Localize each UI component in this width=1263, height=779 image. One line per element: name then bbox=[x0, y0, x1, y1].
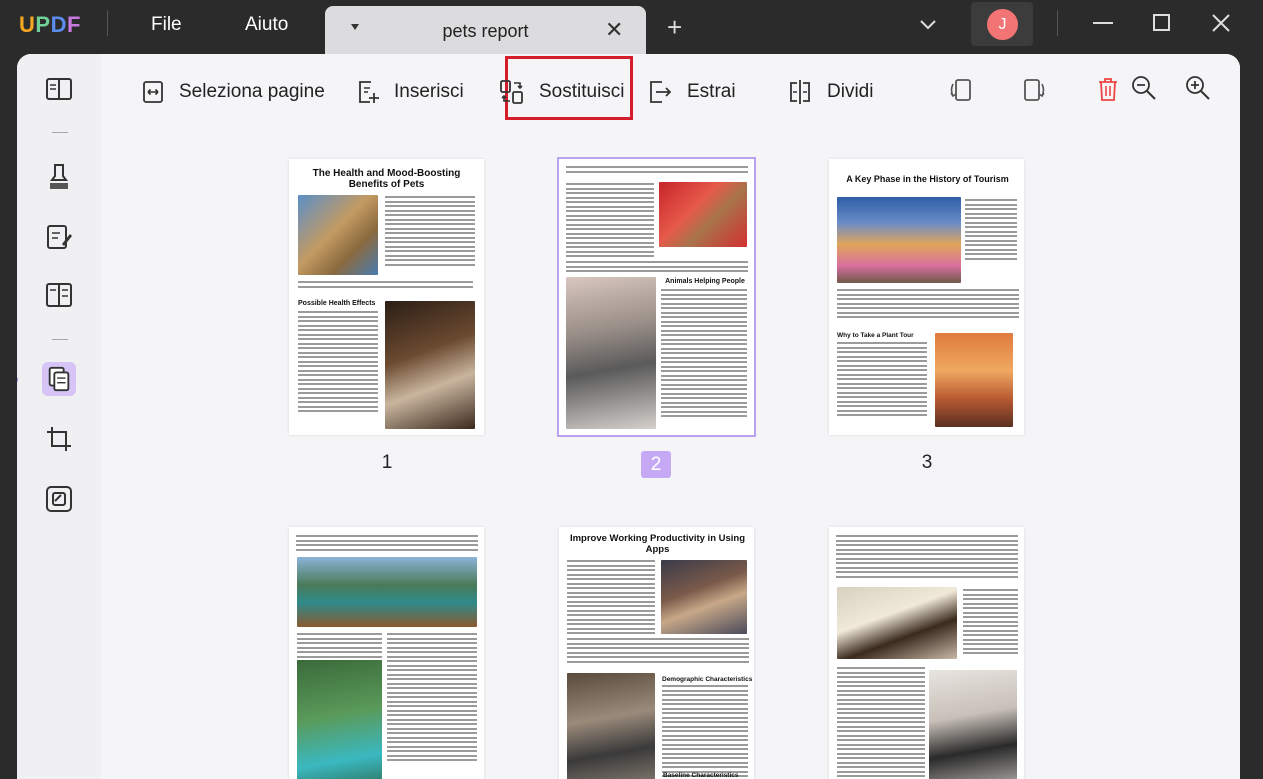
section-heading: Possible Health Effects bbox=[298, 300, 376, 307]
select-pages-label: Seleziona pagine bbox=[179, 81, 325, 102]
trash-icon[interactable] bbox=[1096, 76, 1120, 107]
dog-cat-photo bbox=[385, 301, 475, 429]
insert-page-icon bbox=[356, 80, 380, 104]
chevron-down-icon[interactable] bbox=[918, 14, 938, 39]
select-pages-icon bbox=[141, 80, 165, 104]
select-pages-button[interactable]: Seleziona pagine bbox=[141, 74, 325, 110]
text-block bbox=[296, 535, 478, 553]
page-thumbnail-5[interactable]: Improve Working Productivity in Using Ap… bbox=[559, 527, 754, 779]
reader-mode-icon[interactable] bbox=[42, 72, 76, 106]
tab-title: pets report bbox=[442, 21, 529, 41]
section-heading: Animals Helping People bbox=[665, 278, 745, 285]
tab-close-icon[interactable]: ✕ bbox=[605, 17, 623, 43]
text-block bbox=[566, 166, 748, 175]
page-title: The Health and Mood-Boosting Benefits of… bbox=[312, 168, 461, 190]
divider bbox=[1057, 10, 1058, 36]
section-heading: Baseline Characteristics bbox=[663, 772, 739, 779]
woman-writing-photo bbox=[929, 670, 1017, 779]
new-tab-icon[interactable]: + bbox=[667, 14, 682, 40]
text-block bbox=[387, 633, 477, 764]
page-thumbnail-4[interactable] bbox=[289, 527, 484, 779]
jungle-river-photo bbox=[297, 660, 382, 779]
cat-photo bbox=[566, 277, 656, 429]
maximize-icon[interactable] bbox=[1151, 12, 1173, 39]
zoom-out-icon[interactable] bbox=[1130, 74, 1158, 107]
page-number-3: 3 bbox=[921, 452, 933, 473]
text-block bbox=[837, 289, 1019, 321]
text-block bbox=[385, 196, 475, 268]
cat-photo bbox=[298, 195, 378, 275]
text-block bbox=[566, 261, 748, 275]
edit-pdf-icon[interactable] bbox=[42, 220, 76, 254]
page-thumbnail-2[interactable]: Animals Helping People bbox=[557, 157, 756, 437]
text-block bbox=[298, 281, 473, 290]
page-thumbnail-1[interactable]: The Health and Mood-Boosting Benefits of… bbox=[289, 159, 484, 435]
text-block bbox=[298, 311, 378, 415]
text-block bbox=[567, 560, 655, 637]
workers-photo bbox=[567, 673, 655, 779]
section-heading: Demographic Characteristics bbox=[662, 676, 753, 683]
app-logo: UPDF bbox=[19, 12, 81, 37]
text-block bbox=[837, 667, 925, 779]
section-heading: Why to Take a Plant Tour bbox=[837, 332, 914, 339]
left-sidebar bbox=[17, 54, 101, 779]
text-block bbox=[965, 199, 1017, 262]
zoom-in-icon[interactable] bbox=[1184, 74, 1212, 107]
woman-laptop-photo bbox=[837, 587, 957, 659]
text-block bbox=[662, 685, 748, 779]
page-thumbnail-3[interactable]: A Key Phase in the History of Tourism Wh… bbox=[829, 159, 1024, 435]
text-block bbox=[963, 589, 1018, 657]
pet-photo bbox=[659, 182, 747, 247]
page-number-1: 1 bbox=[381, 452, 393, 473]
comment-highlight-icon[interactable] bbox=[42, 160, 76, 194]
text-block bbox=[567, 638, 749, 665]
page-number-2[interactable]: 2 bbox=[641, 451, 671, 478]
form-icon[interactable] bbox=[42, 278, 76, 312]
title-bar: UPDF File Aiuto pets report ✕ + J bbox=[0, 0, 1263, 54]
split-icon bbox=[787, 79, 813, 105]
rotate-left-icon[interactable] bbox=[947, 76, 975, 109]
replace-icon bbox=[499, 79, 525, 105]
account-area[interactable]: J bbox=[971, 2, 1033, 46]
sidebar-indicator bbox=[17, 376, 18, 383]
rotate-right-icon[interactable] bbox=[1020, 76, 1048, 109]
replace-label: Sostituisci bbox=[539, 81, 625, 102]
text-block bbox=[837, 342, 927, 419]
divider bbox=[52, 132, 68, 133]
split-label: Dividi bbox=[827, 81, 874, 102]
close-window-icon[interactable] bbox=[1210, 12, 1232, 39]
text-block bbox=[661, 289, 747, 420]
menu-help[interactable]: Aiuto bbox=[245, 14, 288, 36]
replace-button[interactable]: Sostituisci bbox=[499, 74, 625, 110]
tools-icon[interactable] bbox=[42, 482, 76, 516]
split-button[interactable]: Dividi bbox=[787, 74, 873, 110]
office-photo bbox=[661, 560, 747, 634]
page-title: A Key Phase in the History of Tourism bbox=[846, 174, 1009, 184]
extract-icon bbox=[647, 79, 673, 105]
divider bbox=[107, 10, 108, 36]
organize-pages-icon[interactable] bbox=[42, 362, 76, 396]
insert-button[interactable]: Inserisci bbox=[356, 74, 464, 110]
page-title: Improve Working Productivity in Using Ap… bbox=[569, 533, 746, 555]
tourism-photo bbox=[837, 197, 961, 283]
crop-icon[interactable] bbox=[42, 422, 76, 456]
insert-label: Inserisci bbox=[394, 81, 464, 102]
text-block bbox=[566, 183, 654, 260]
page-organizer: Seleziona pagine Inserisci Sostituisci E… bbox=[101, 54, 1240, 779]
menu-file[interactable]: File bbox=[151, 14, 182, 36]
main-window: Seleziona pagine Inserisci Sostituisci E… bbox=[17, 54, 1240, 779]
document-tab[interactable]: pets report ✕ bbox=[325, 6, 646, 54]
divider bbox=[52, 339, 68, 340]
lake-photo bbox=[297, 557, 477, 627]
avatar[interactable]: J bbox=[987, 9, 1018, 40]
eiffel-tower-photo bbox=[935, 333, 1013, 427]
page-thumbnail-6[interactable] bbox=[829, 527, 1024, 779]
text-block bbox=[836, 535, 1018, 580]
minimize-icon[interactable] bbox=[1092, 12, 1114, 39]
extract-label: Estrai bbox=[687, 81, 736, 102]
extract-button[interactable]: Estrai bbox=[647, 74, 736, 110]
